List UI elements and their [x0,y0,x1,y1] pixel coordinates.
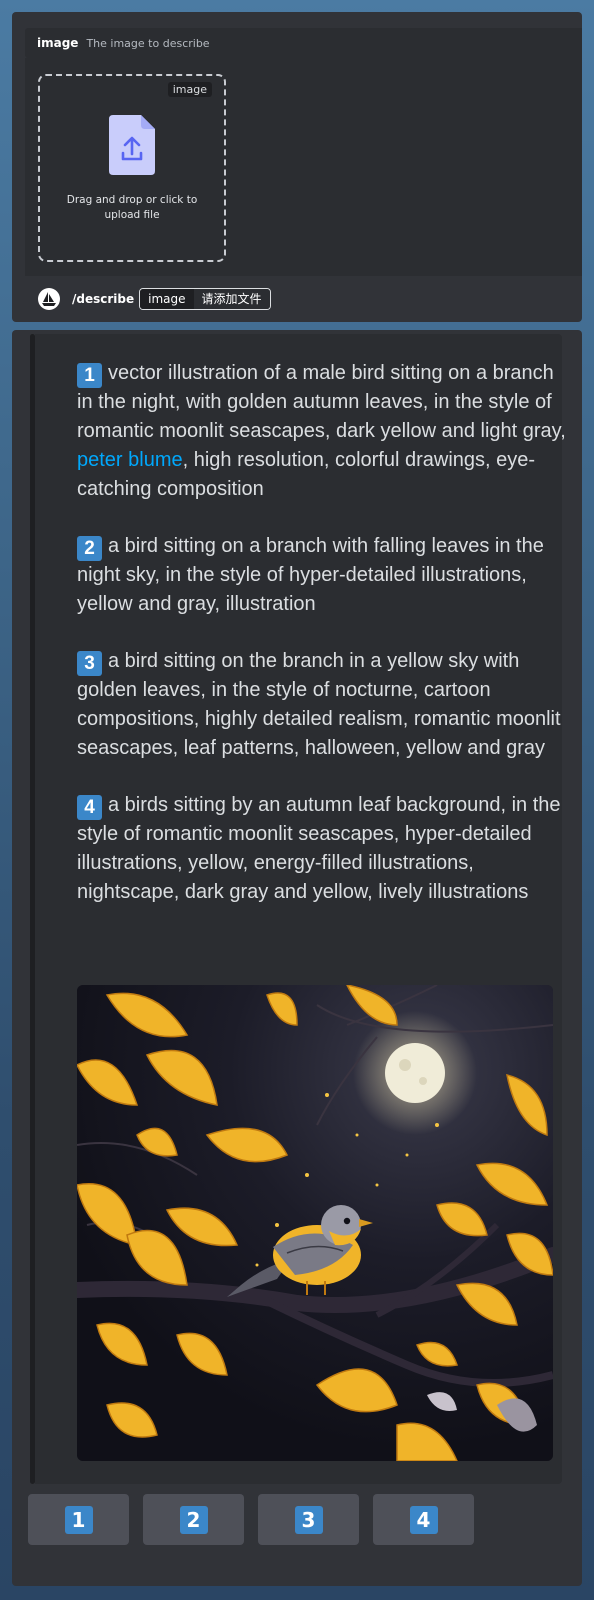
prompt-number-badge: 1 [77,363,102,388]
upload-dropzone[interactable]: image Drag and drop or click to upload f… [38,74,226,262]
option-button-1[interactable]: 1 [28,1494,129,1545]
option-button-3[interactable]: 3 [258,1494,359,1545]
command-option-chip[interactable]: image 请添加文件 [139,288,271,310]
chip-value: 请添加文件 [193,289,270,309]
sailboat-icon [42,292,56,306]
result-image[interactable] [77,985,553,1461]
button-number-badge: 4 [409,1505,438,1534]
command-row: /describe image 请添加文件 [38,284,578,314]
option-button-2[interactable]: 2 [143,1494,244,1545]
bot-avatar [38,288,60,310]
dropzone-text: Drag and drop or click to upload file [66,194,198,221]
prompt-item: 2a bird sitting on a branch with falling… [77,532,567,619]
button-number-badge: 3 [294,1505,323,1534]
prompt-item: 1 vector illustration of a male bird sitt… [77,359,567,504]
chip-key: image [140,289,194,309]
option-button-4[interactable]: 4 [373,1494,474,1545]
variation-buttons: 1 2 3 4 [28,1494,474,1545]
prompt-text: vector illustration of a male bird sitti… [77,362,566,442]
describe-embed: 1 vector illustration of a male bird sitt… [35,334,566,1484]
dropzone-tag: image [167,82,212,97]
prompt-number-badge: 2 [77,536,102,561]
button-number-badge: 1 [64,1505,93,1534]
bird-illustration [77,985,553,1461]
option-name: image [37,36,79,50]
command-name: /describe [72,292,135,306]
prompt-number-badge: 3 [77,651,102,676]
artist-link[interactable]: peter blume [77,449,183,471]
option-description: The image to describe [86,36,210,50]
prompt-text: a bird sitting on the branch in a yellow… [77,650,561,759]
prompt-text: a birds sitting by an autumn leaf backgr… [77,794,561,903]
message-panel: 1 vector illustration of a male bird sitt… [12,330,582,1586]
prompt-number-badge: 4 [77,795,102,820]
button-number-badge: 2 [179,1505,208,1534]
option-header: image The image to describe [25,28,582,58]
prompt-list: 1 vector illustration of a male bird sitt… [77,359,567,935]
upload-file-icon [109,115,155,175]
command-panel: image The image to describe image Drag a… [12,12,582,322]
prompt-item: 3a bird sitting on the branch in a yello… [77,647,567,763]
prompt-text: a bird sitting on a branch with falling … [77,535,544,615]
prompt-item: 4a birds sitting by an autumn leaf backg… [77,791,567,907]
